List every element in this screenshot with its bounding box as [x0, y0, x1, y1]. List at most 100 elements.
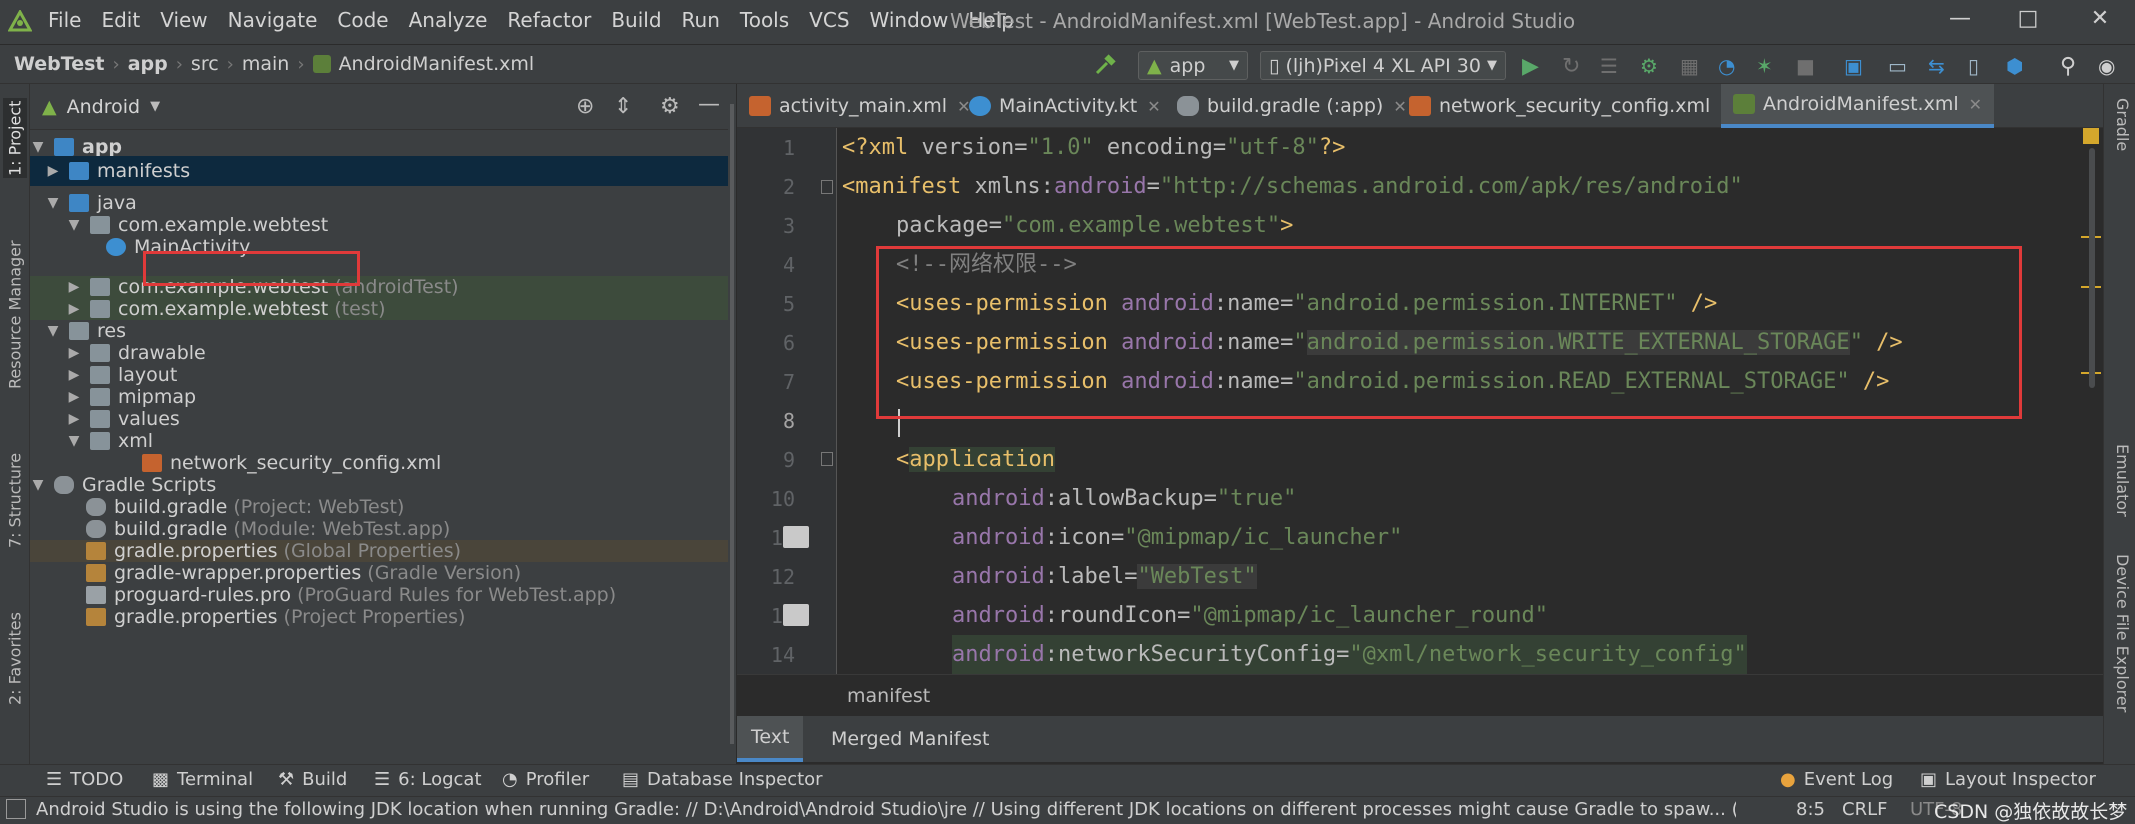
collapsed-arrow-icon[interactable]: ▶ — [66, 301, 82, 317]
breadcrumb-main[interactable]: main — [242, 53, 289, 75]
collapsed-arrow-icon[interactable]: ▶ — [66, 411, 82, 427]
close-button[interactable]: ✕ — [2070, 6, 2130, 36]
hide-panel-icon[interactable]: — — [698, 92, 720, 117]
tree-node-layout[interactable]: ▶ layout — [30, 364, 735, 386]
collapsed-arrow-icon[interactable]: ▶ — [66, 279, 82, 295]
favorites-tool-tab[interactable]: 2: Favorites — [3, 604, 27, 714]
tree-node-build-gradle-project[interactable]: build.gradle (Project: WebTest) — [30, 496, 735, 518]
build-tool-button[interactable]: ⚒ Build — [278, 769, 347, 790]
menu-edit[interactable]: Edit — [91, 8, 150, 32]
resource-manager-tool-tab[interactable]: Resource Manager — [3, 240, 27, 390]
breadcrumb-file[interactable]: AndroidManifest.xml — [339, 53, 535, 75]
line-separator[interactable]: CRLF — [1842, 799, 1887, 820]
apply-changes-icon[interactable]: ↻ — [1562, 54, 1586, 79]
menu-file[interactable]: File — [38, 8, 91, 32]
project-tool-tab[interactable]: 1: Project — [3, 98, 27, 178]
breadcrumb-project[interactable]: WebTest — [14, 53, 104, 75]
locate-icon[interactable]: ⊕ — [576, 94, 594, 119]
tree-node-gradle-scripts[interactable]: ▼ Gradle Scripts — [30, 474, 735, 496]
emulator-tool-tab[interactable]: Emulator — [2108, 444, 2132, 564]
gear-icon[interactable]: ⚙ — [660, 94, 680, 119]
tab-androidmanifest-xml[interactable]: AndroidManifest.xml ✕ — [1721, 84, 1995, 128]
profile-icon[interactable]: ◔ — [1718, 54, 1742, 78]
search-icon[interactable]: ⚲ — [2060, 54, 2084, 79]
minimize-button[interactable]: — — [1930, 6, 1990, 36]
expanded-arrow-icon[interactable]: ▼ — [30, 477, 46, 493]
hammer-icon[interactable] — [1094, 54, 1118, 76]
gradle-tool-tab[interactable]: Gradle — [2108, 98, 2132, 178]
coverage-icon[interactable]: ▦ — [1680, 54, 1704, 78]
tree-node-gradle-properties-global[interactable]: gradle.properties (Global Properties) — [30, 540, 735, 562]
menu-tools[interactable]: Tools — [730, 8, 799, 32]
tab-activity-main-xml[interactable]: activity_main.xml ✕ — [737, 84, 982, 128]
event-log-tool-button[interactable]: ● Event Log — [1780, 769, 1893, 790]
stop-icon[interactable]: ■ — [1796, 54, 1820, 78]
fold-icon[interactable] — [821, 452, 833, 466]
tree-node-manifests[interactable]: ▶ manifests — [30, 156, 735, 186]
expanded-arrow-icon[interactable]: ▼ — [30, 139, 46, 155]
apply-code-changes-icon[interactable]: ☰ — [1600, 54, 1624, 78]
terminal-tool-button[interactable]: ▩ Terminal — [152, 769, 253, 790]
tab-network-security-config[interactable]: network_security_config.xml ✕ — [1397, 84, 1746, 128]
menu-vcs[interactable]: VCS — [799, 8, 859, 32]
device-select[interactable]: ▯ (ljh)Pixel 4 XL API 30 ▼ — [1260, 51, 1506, 80]
menu-build[interactable]: Build — [601, 8, 671, 32]
collapse-all-icon[interactable]: ⇕ — [614, 94, 632, 119]
close-icon[interactable]: ✕ — [1969, 95, 1982, 114]
image-preview-icon[interactable] — [783, 526, 809, 548]
menu-analyze[interactable]: Analyze — [399, 8, 498, 32]
device-manager-icon[interactable]: ▯ — [1968, 54, 1992, 78]
menu-window[interactable]: Window — [860, 8, 959, 32]
attach-debugger-icon[interactable]: ✶ — [1756, 54, 1780, 78]
project-panel-scrollbar[interactable] — [728, 84, 736, 764]
debug-icon[interactable]: ⚙ — [1640, 54, 1664, 78]
editor-error-stripe[interactable] — [2081, 128, 2103, 674]
tree-node-package-test[interactable]: ▶ com.example.webtest (test) — [30, 298, 735, 320]
collapsed-arrow-icon[interactable]: ▶ — [66, 389, 82, 405]
tree-node-drawable[interactable]: ▶ drawable — [30, 342, 735, 364]
expanded-arrow-icon[interactable]: ▼ — [66, 217, 82, 233]
image-preview-icon[interactable] — [783, 604, 809, 626]
tree-node-values[interactable]: ▶ values — [30, 408, 735, 430]
user-icon[interactable]: ◉ — [2098, 54, 2122, 78]
expanded-arrow-icon[interactable]: ▼ — [45, 323, 61, 339]
tab-mainactivity-kt[interactable]: MainActivity.kt ✕ — [957, 84, 1173, 128]
tree-node-res[interactable]: ▼ res — [30, 320, 735, 342]
layout-inspector-tool-button[interactable]: ▣ Layout Inspector — [1920, 769, 2096, 790]
maximize-button[interactable]: □ — [1998, 6, 2058, 36]
menu-view[interactable]: View — [150, 8, 217, 32]
status-message[interactable]: Android Studio is using the following JD… — [36, 799, 1736, 820]
tree-node-proguard-rules[interactable]: proguard-rules.pro (ProGuard Rules for W… — [30, 584, 735, 606]
menu-refactor[interactable]: Refactor — [497, 8, 601, 32]
expanded-arrow-icon[interactable]: ▼ — [45, 195, 61, 211]
tab-build-gradle-app[interactable]: build.gradle (:app) ✕ — [1165, 84, 1419, 128]
expanded-arrow-icon[interactable]: ▼ — [66, 433, 82, 449]
run-icon[interactable]: ▶ — [1522, 54, 1546, 79]
editor-breadcrumb-manifest[interactable]: manifest — [847, 685, 930, 707]
tree-node-mipmap[interactable]: ▶ mipmap — [30, 386, 735, 408]
tree-node-gradle-properties-project[interactable]: gradle.properties (Project Properties) — [30, 606, 735, 628]
tree-node-package-androidtest[interactable]: ▶ com.example.webtest (androidTest) — [30, 276, 735, 298]
menu-run[interactable]: Run — [672, 8, 730, 32]
warning-indicator-icon[interactable] — [2083, 128, 2099, 144]
structure-tool-tab[interactable]: 7: Structure — [3, 450, 27, 550]
profiler-tool-button[interactable]: ◔ Profiler — [502, 769, 589, 790]
collapsed-arrow-icon[interactable]: ▶ — [66, 367, 82, 383]
breadcrumb-src[interactable]: src — [191, 53, 219, 75]
close-icon[interactable]: ✕ — [1147, 97, 1160, 116]
tree-node-mainactivity[interactable]: MainActivity — [30, 232, 735, 262]
sync-gradle-icon[interactable]: ⇆ — [1928, 54, 1952, 78]
tree-node-gradle-wrapper-properties[interactable]: gradle-wrapper.properties (Gradle Versio… — [30, 562, 735, 584]
chevron-down-icon[interactable]: ▼ — [150, 99, 160, 114]
todo-tool-button[interactable]: ☰ TODO — [46, 769, 123, 790]
caret-position[interactable]: 8:5 — [1796, 799, 1825, 820]
collapsed-arrow-icon[interactable]: ▶ — [66, 345, 82, 361]
breadcrumb-module[interactable]: app — [128, 53, 168, 75]
logcat-tool-button[interactable]: ☰ 6: Logcat — [374, 769, 482, 790]
tree-node-xml[interactable]: ▼ xml — [30, 430, 735, 452]
database-inspector-tool-button[interactable]: ▤ Database Inspector — [622, 769, 823, 790]
tree-node-build-gradle-module[interactable]: build.gradle (Module: WebTest.app) — [30, 518, 735, 540]
collapsed-arrow-icon[interactable]: ▶ — [45, 163, 61, 179]
tab-merged-manifest[interactable]: Merged Manifest — [817, 716, 1004, 762]
toggle-tool-windows-icon[interactable] — [6, 799, 26, 819]
